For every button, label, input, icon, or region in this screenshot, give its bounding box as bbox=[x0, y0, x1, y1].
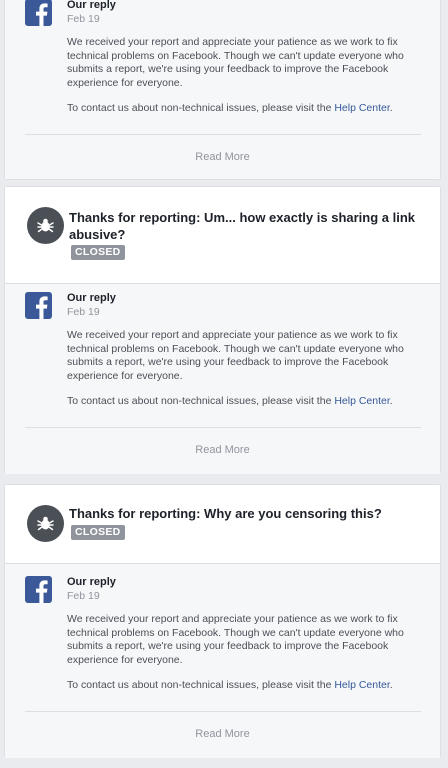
read-more-button[interactable]: Read More bbox=[5, 151, 440, 163]
reply-section: Our reply Feb 19 We received your report… bbox=[5, 0, 440, 179]
report-card: Thanks for reporting: Um... how exactly … bbox=[4, 186, 441, 474]
reply-section: Our reply Feb 19 We received your report… bbox=[5, 283, 440, 474]
reply-date: Feb 19 bbox=[67, 306, 100, 318]
reply-contact: To contact us about non-technical issues… bbox=[67, 679, 427, 691]
status-badge: CLOSED bbox=[71, 245, 125, 260]
bug-icon bbox=[27, 505, 64, 542]
reply-author: Our reply bbox=[67, 292, 116, 304]
report-card: Thanks for reporting: Why are you censor… bbox=[4, 484, 441, 758]
read-more-button[interactable]: Read More bbox=[5, 728, 440, 740]
contact-text: To contact us about non-technical issues… bbox=[67, 102, 335, 114]
divider bbox=[25, 427, 421, 428]
report-title[interactable]: Thanks for reporting: Um... how exactly … bbox=[69, 209, 419, 243]
reply-date: Feb 19 bbox=[67, 13, 100, 25]
reply-body: We received your report and appreciate y… bbox=[67, 613, 404, 666]
bug-icon bbox=[27, 207, 64, 244]
reply-date: Feb 19 bbox=[67, 590, 100, 602]
facebook-logo-icon bbox=[25, 576, 52, 603]
contact-suffix: . bbox=[389, 395, 393, 407]
help-center-link[interactable]: Help Center bbox=[334, 679, 389, 691]
facebook-logo-icon bbox=[25, 0, 52, 26]
report-card: Our reply Feb 19 We received your report… bbox=[4, 0, 441, 180]
help-center-link[interactable]: Help Center bbox=[334, 395, 389, 407]
report-header: Thanks for reporting: Why are you censor… bbox=[5, 485, 440, 563]
reply-author: Our reply bbox=[67, 576, 116, 588]
report-title[interactable]: Thanks for reporting: Why are you censor… bbox=[69, 505, 419, 522]
status-badge: CLOSED bbox=[71, 525, 125, 540]
read-more-button[interactable]: Read More bbox=[5, 444, 440, 456]
contact-suffix: . bbox=[389, 679, 393, 691]
reply-body: We received your report and appreciate y… bbox=[67, 36, 404, 89]
contact-text: To contact us about non-technical issues… bbox=[67, 395, 335, 407]
divider bbox=[25, 134, 421, 135]
reply-contact: To contact us about non-technical issues… bbox=[67, 395, 427, 407]
reply-author: Our reply bbox=[67, 0, 116, 11]
divider bbox=[25, 711, 421, 712]
contact-suffix: . bbox=[389, 102, 393, 114]
contact-text: To contact us about non-technical issues… bbox=[67, 679, 335, 691]
report-header: Thanks for reporting: Um... how exactly … bbox=[5, 187, 440, 283]
reply-section: Our reply Feb 19 We received your report… bbox=[5, 563, 440, 758]
facebook-logo-icon bbox=[25, 292, 52, 319]
help-center-link[interactable]: Help Center bbox=[334, 102, 389, 114]
reply-body: We received your report and appreciate y… bbox=[67, 329, 404, 382]
reply-contact: To contact us about non-technical issues… bbox=[67, 102, 427, 114]
